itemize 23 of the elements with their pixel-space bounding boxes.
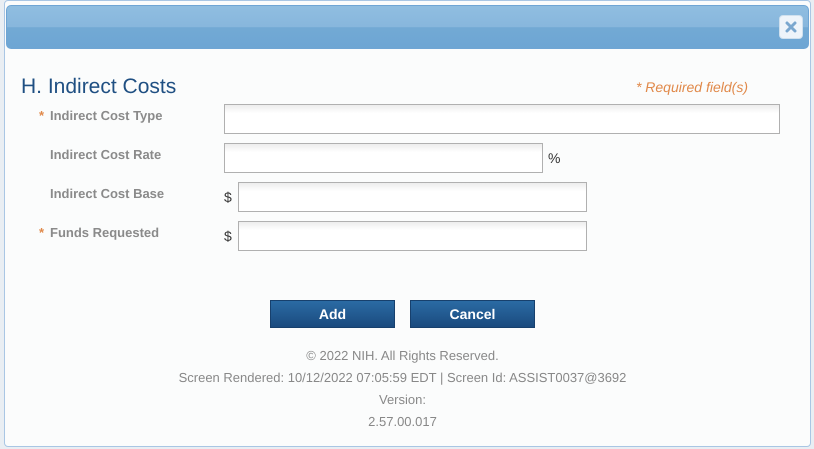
field-label: Indirect Cost Type <box>50 108 162 123</box>
field-label: Funds Requested <box>50 225 160 240</box>
close-button[interactable] <box>779 15 803 39</box>
required-mark: * <box>39 225 44 240</box>
cancel-button[interactable]: Cancel <box>410 300 535 328</box>
footer-text: Screen Rendered: 10/12/2022 07:05:59 EDT | Screen Id: ASSIST0037@3692 <box>178 369 626 387</box>
required-note: * Required field(s) <box>636 79 748 95</box>
input-field[interactable] <box>238 182 587 212</box>
input-field[interactable] <box>224 143 543 173</box>
add-button[interactable]: Add <box>270 300 395 328</box>
close-icon <box>785 21 797 33</box>
input-field[interactable] <box>224 104 780 134</box>
percent-sign: % <box>548 150 560 166</box>
field-label: Indirect Cost Base <box>50 186 164 201</box>
field-label: Indirect Cost Rate <box>50 147 162 162</box>
footer-text: © 2022 NIH. All Rights Reserved. <box>306 347 499 365</box>
dialog-title: H. Indirect Costs <box>21 75 176 99</box>
currency-sign: $ <box>224 189 233 205</box>
currency-sign: $ <box>224 228 233 244</box>
footer-text: 2.57.00.017 <box>368 413 437 431</box>
footer-text: Version: <box>379 391 426 409</box>
required-mark: * <box>39 108 44 123</box>
input-field[interactable] <box>238 221 587 251</box>
